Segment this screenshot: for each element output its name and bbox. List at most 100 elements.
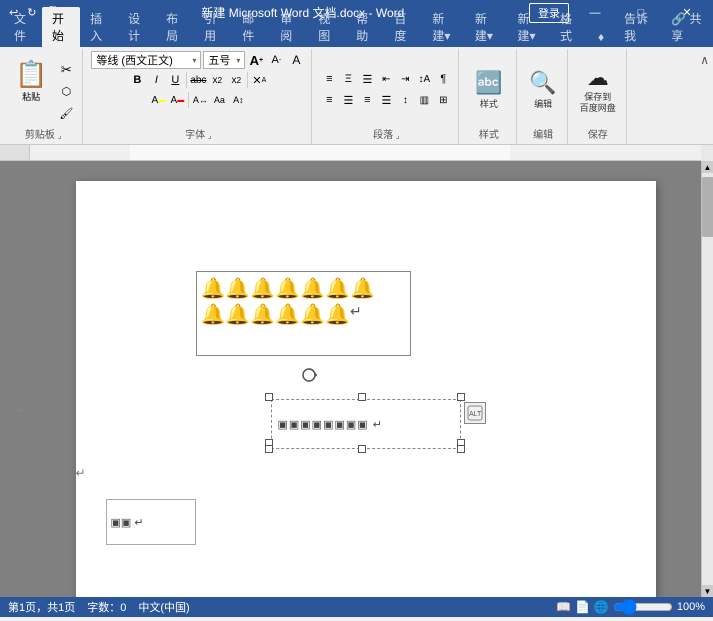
web-layout-button[interactable]: 🌐 — [594, 600, 609, 614]
bullets-button[interactable]: ≡ — [320, 70, 338, 88]
cloud-save-icon: ☁ — [587, 65, 609, 91]
styles-group: 🔤 样式 样式 — [461, 49, 517, 144]
multilevel-button[interactable]: ☰ — [358, 70, 376, 88]
justify-button[interactable]: ☰ — [377, 91, 395, 109]
styles-label: 样式 — [480, 97, 498, 110]
vertical-scrollbar[interactable]: ▲ ▼ — [701, 161, 713, 597]
tab-review[interactable]: 审阅 — [270, 7, 308, 47]
small-textbox[interactable]: ▣▣ ↵ — [106, 499, 196, 545]
tab-mailings[interactable]: 邮件 — [232, 7, 270, 47]
handle-bl[interactable] — [265, 445, 273, 453]
tab-view[interactable]: 视图 — [308, 7, 346, 47]
zoom-level: 100% — [677, 601, 705, 613]
underline-button[interactable]: U — [166, 71, 184, 89]
tab-layout[interactable]: 布局 — [156, 7, 194, 47]
status-left: 第1页，共1页 字数：0 中文(中国) — [8, 599, 190, 615]
font-color-button[interactable]: A▬ — [168, 91, 186, 109]
vscroll-top — [701, 145, 713, 161]
bell-textbox[interactable]: 🔔 🔔 🔔 🔔 🔔 🔔 🔔 🔔 🔔 🔔 🔔 🔔 — [196, 271, 411, 356]
erase-format-button[interactable]: ✕A — [250, 71, 268, 89]
tab-home[interactable]: 开始 — [42, 7, 80, 47]
handle-tr[interactable] — [457, 393, 465, 401]
language: 中文(中国) — [138, 599, 189, 615]
scroll-down-button[interactable]: ▼ — [702, 585, 713, 597]
tab-new1[interactable]: 新建▾ — [422, 7, 465, 47]
styles-gallery-button[interactable]: 🔤 样式 — [471, 68, 506, 112]
increase-indent-button[interactable]: ⇥ — [396, 70, 414, 88]
font-case-button[interactable]: A↕ — [229, 91, 247, 109]
cursor-indicator: ↵ — [76, 466, 86, 480]
save-group: ☁ 保存到百度网盘 保存 — [570, 49, 627, 144]
font-shrink-button[interactable]: A- — [267, 51, 285, 69]
font-name-chevron: ▾ — [192, 56, 196, 65]
font-size-chevron: ▾ — [236, 56, 240, 65]
tab-format[interactable]: 格式 — [550, 7, 588, 47]
scroll-up-button[interactable]: ▲ — [702, 161, 713, 173]
format-painter-button[interactable]: 🖌 — [56, 104, 76, 124]
tab-insert[interactable]: 插入 — [80, 7, 118, 47]
zoom-slider[interactable] — [613, 603, 673, 611]
border-button[interactable]: ⊞ — [434, 91, 452, 109]
strikethrough-button[interactable]: abc — [189, 71, 207, 89]
bell-6: 🔔 — [325, 276, 350, 302]
bold-button[interactable]: B — [128, 71, 146, 89]
rotation-handle[interactable] — [301, 367, 317, 386]
scroll-thumb[interactable] — [702, 177, 713, 237]
superscript-button[interactable]: x2 — [227, 71, 245, 89]
handle-tl[interactable] — [265, 393, 273, 401]
clear-format-button[interactable]: A — [287, 51, 305, 69]
font-name-selector[interactable]: 等线 (西文正文) ▾ — [91, 51, 201, 69]
font-size-label: 五号 — [208, 52, 230, 68]
ribbon-tab-bar: 文件 开始 插入 设计 布局 引用 邮件 审阅 视图 帮助 百度 新建▾ 新建▾… — [0, 25, 713, 47]
save-group-label: 保存 — [570, 126, 626, 141]
copy-button[interactable]: ⬡ — [56, 82, 76, 102]
shading-button[interactable]: ▥ — [415, 91, 433, 109]
handle-tm[interactable] — [358, 393, 366, 401]
paste-button[interactable]: 📋 粘贴 — [10, 56, 52, 106]
font-grow-button[interactable]: A+ — [247, 51, 265, 69]
tab-tellme[interactable]: 告诉我 — [614, 7, 661, 47]
align-right-button[interactable]: ≡ — [358, 91, 376, 109]
tab-new2[interactable]: 新建▾ — [465, 7, 508, 47]
read-view-button[interactable]: 📖 — [556, 600, 571, 614]
tab-file[interactable]: 文件 — [4, 7, 42, 47]
subscript-button[interactable]: x2 — [208, 71, 226, 89]
bell-8: 🔔 — [201, 302, 226, 328]
alt-text-icon[interactable]: ALT — [464, 402, 486, 424]
small-box-content: ▣▣ ↵ — [111, 516, 144, 529]
align-left-button[interactable]: ≡ — [320, 91, 338, 109]
tab-new3[interactable]: 新建▾ — [507, 7, 550, 47]
char-spacing-button[interactable]: A↔ — [191, 91, 209, 109]
cut-button[interactable]: ✂ — [56, 60, 76, 80]
tab-references[interactable]: 引用 — [194, 7, 232, 47]
tab-diamond[interactable]: ♦ — [588, 27, 614, 47]
sort-button[interactable]: ↕A — [415, 70, 433, 88]
print-layout-button[interactable]: 📄 — [575, 600, 590, 614]
text-highlight-button[interactable]: A▬ — [149, 91, 167, 109]
tab-design[interactable]: 设计 — [118, 7, 156, 47]
italic-button[interactable]: I — [147, 71, 165, 89]
format-buttons-row: B I U abc x2 x2 ✕A — [128, 71, 268, 89]
font-aa-button[interactable]: Aa — [210, 91, 228, 109]
line-spacing-button[interactable]: ↕ — [396, 91, 414, 109]
alt-icon-svg: ALT — [467, 405, 483, 421]
save-to-cloud-button[interactable]: ☁ 保存到百度网盘 — [576, 63, 620, 116]
handle-bm[interactable] — [358, 445, 366, 453]
ribbon-collapse-button[interactable]: ∧ — [700, 49, 709, 144]
decrease-indent-button[interactable]: ⇤ — [377, 70, 395, 88]
show-hide-button[interactable]: ¶ — [434, 70, 452, 88]
tab-share[interactable]: 🔗 共享 — [661, 7, 713, 47]
tab-help[interactable]: 帮助 — [346, 7, 384, 47]
selected-textbox[interactable]: ▣▣▣▣▣▣▣▣ ↵ ALT — [271, 399, 461, 449]
editing-icon: 🔍 — [529, 70, 556, 96]
tab-baidu[interactable]: 百度 — [384, 7, 422, 47]
editing-button[interactable]: 🔍 编辑 — [525, 68, 560, 112]
font-size-selector[interactable]: 五号 ▾ — [203, 51, 245, 69]
numbering-button[interactable]: Ξ — [339, 70, 357, 88]
doc-scroll-area[interactable]: 🔔 🔔 🔔 🔔 🔔 🔔 🔔 🔔 🔔 🔔 🔔 🔔 — [30, 161, 701, 597]
color-row: A▬ A▬ A↔ Aa A↕ — [149, 91, 247, 109]
handle-br[interactable] — [457, 445, 465, 453]
para-row1: ≡ Ξ ☰ ⇤ ⇥ ↕A ¶ — [320, 70, 452, 88]
main-layout: ↵ 🔔 🔔 🔔 🔔 🔔 🔔 🔔 🔔 — [0, 161, 713, 597]
align-center-button[interactable]: ☰ — [339, 91, 357, 109]
